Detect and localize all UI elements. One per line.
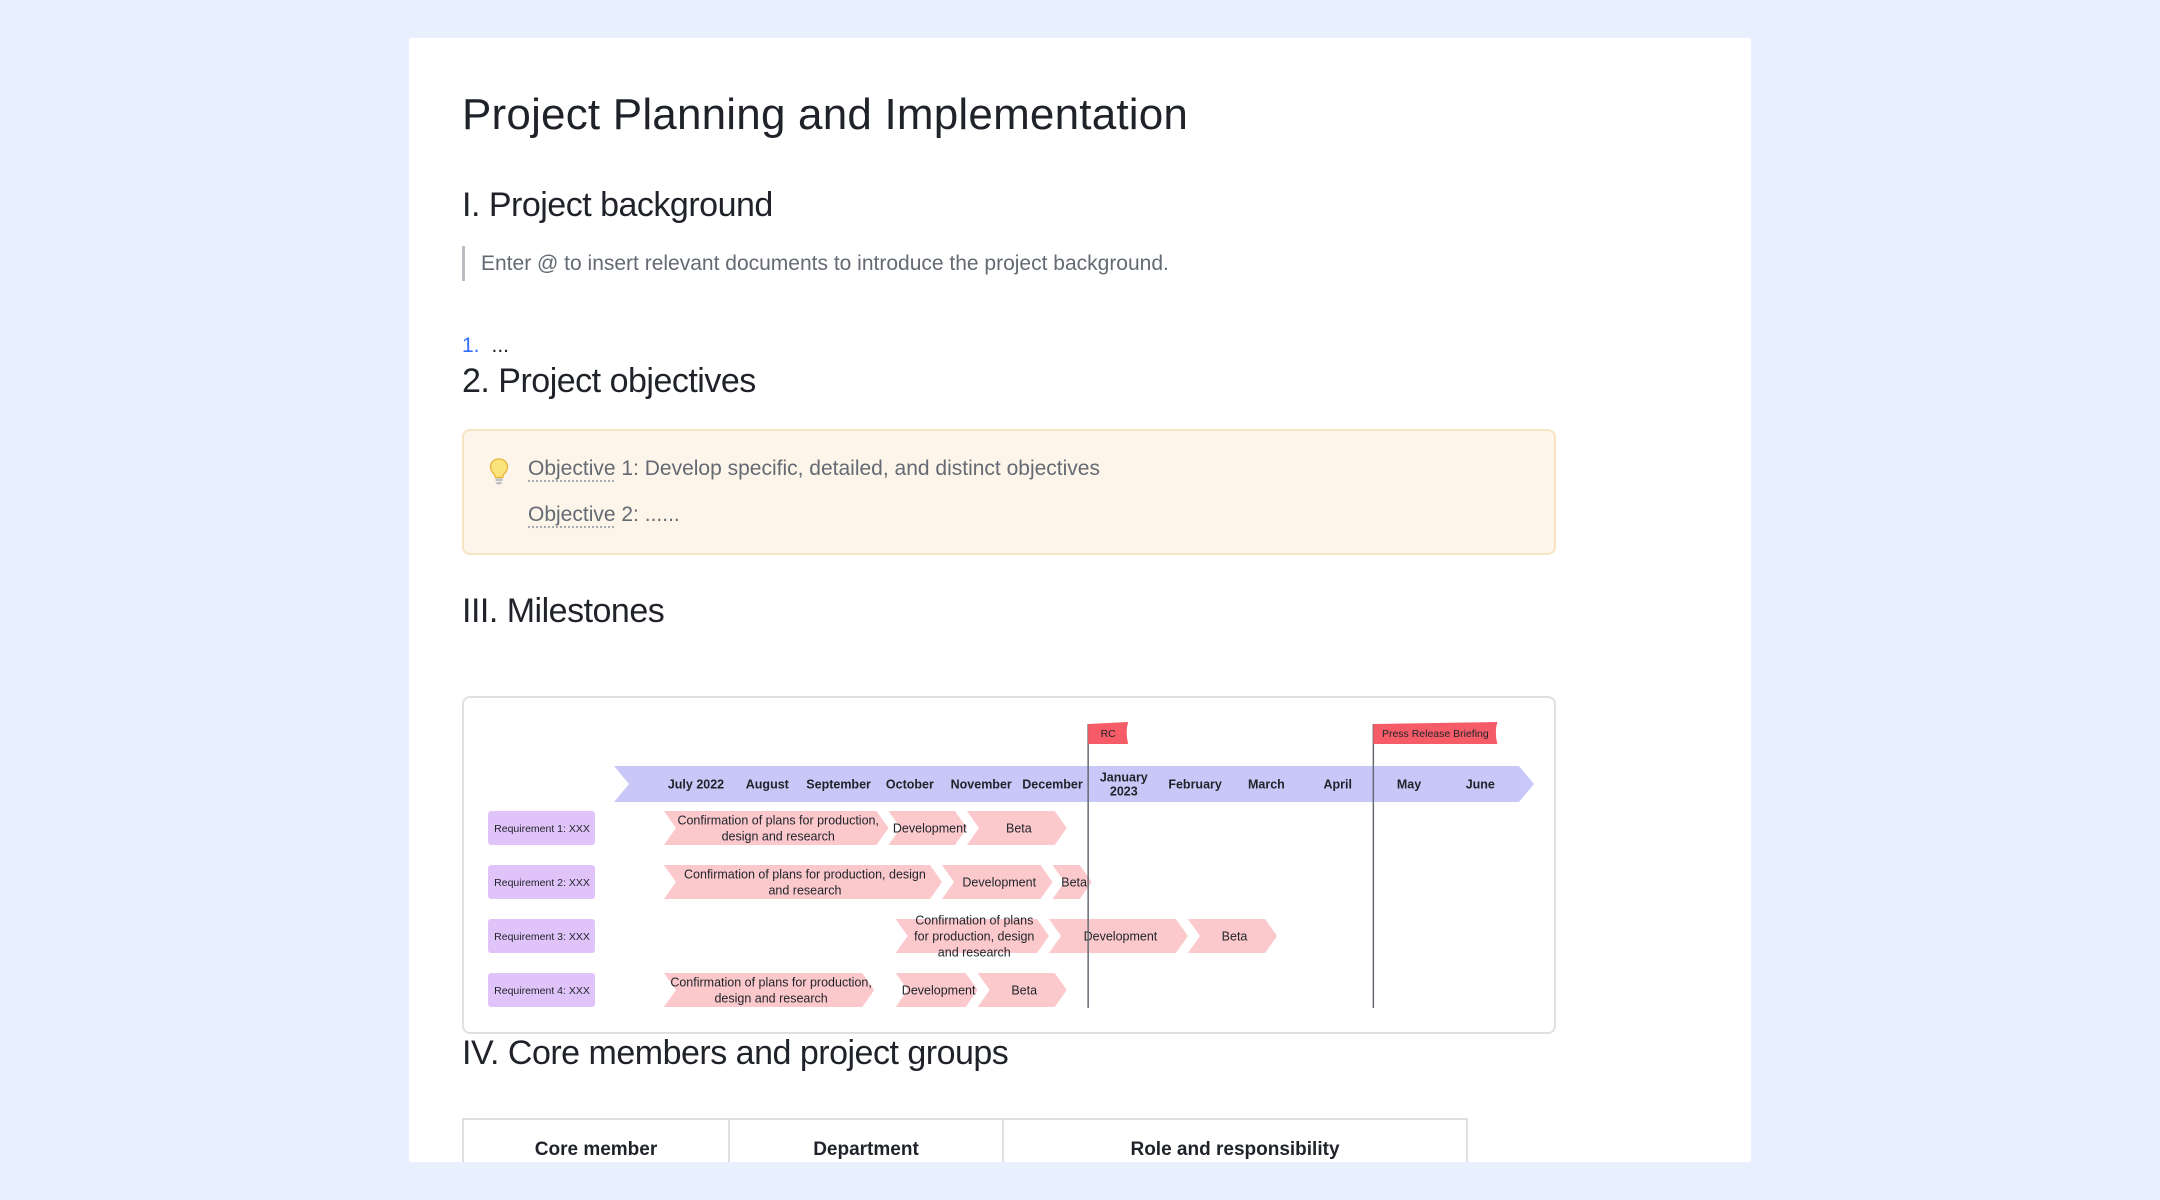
document-page: Project Planning and Implementation I. P…: [409, 38, 1751, 1162]
objectives-callout[interactable]: Objective 1: Develop specific, detailed,…: [462, 429, 1556, 555]
objective-1-word[interactable]: Objective: [528, 457, 616, 480]
header-department[interactable]: Department: [728, 1118, 1004, 1162]
axis-month-label: November: [951, 777, 1012, 791]
axis-month-label: April: [1323, 777, 1351, 791]
timeline-chart: July 2022 August September October November D…: [488, 722, 1534, 1008]
quote-block[interactable]: Enter @ to insert relevant documents to …: [462, 246, 1169, 281]
phase-label: Development: [893, 821, 967, 835]
milestone-timeline[interactable]: July 2022 August September October November D…: [462, 696, 1556, 1034]
axis-month-label: September: [806, 777, 871, 791]
lightbulb-icon[interactable]: [488, 457, 510, 487]
milestone-flag-label: Press Release Briefing: [1382, 728, 1489, 740]
core-members-table[interactable]: Core member Department Role and responsi…: [462, 1118, 1468, 1162]
requirement-label: Requirement 3: XXX: [494, 931, 590, 943]
axis-month-label: February: [1168, 777, 1222, 791]
ordered-list-item[interactable]: 1....: [462, 330, 509, 362]
phase-label: Development: [902, 983, 976, 997]
page-title[interactable]: Project Planning and Implementation: [462, 90, 1188, 140]
requirement-label: Requirement 2: XXX: [494, 877, 590, 889]
axis-month-label: August: [746, 777, 790, 791]
phase-label: Development: [1084, 929, 1158, 943]
heading-project-background[interactable]: I. Project background: [462, 186, 773, 225]
table-header-row: Core member Department Role and responsi…: [462, 1118, 1468, 1162]
objective-2-word[interactable]: Objective: [528, 503, 616, 526]
phase-label: Beta: [1011, 983, 1037, 997]
axis-month-label: July 2022: [668, 777, 724, 791]
axis-month-label: October: [886, 777, 934, 791]
heading-project-objectives[interactable]: 2. Project objectives: [462, 362, 756, 401]
list-number: 1.: [462, 334, 480, 357]
requirement-label: Requirement 1: XXX: [494, 823, 590, 835]
objective-2-text: 2: ......: [615, 503, 680, 526]
phase-label: Beta: [1222, 929, 1248, 943]
objective-line-1[interactable]: Objective 1: Develop specific, detailed,…: [528, 457, 1100, 481]
milestone-flag-label: RC: [1101, 728, 1117, 740]
phase-label: Development: [962, 875, 1036, 889]
heading-core-members[interactable]: IV. Core members and project groups: [462, 1034, 1009, 1073]
header-core-member[interactable]: Core member: [462, 1118, 730, 1162]
phase-label: Beta: [1061, 875, 1087, 889]
objective-line-2[interactable]: Objective 2: ......: [528, 503, 680, 527]
list-item-text: ...: [491, 334, 510, 357]
objective-1-text: 1: Develop specific, detailed, and disti…: [615, 457, 1100, 480]
phase-label: Beta: [1006, 821, 1032, 835]
header-role-responsibility[interactable]: Role and responsibility: [1002, 1118, 1468, 1162]
axis-month-label: June: [1466, 777, 1495, 791]
axis-month-label: March: [1248, 777, 1285, 791]
heading-milestones[interactable]: III. Milestones: [462, 592, 665, 631]
requirement-label: Requirement 4: XXX: [494, 985, 590, 997]
axis-month-label: December: [1022, 777, 1083, 791]
axis-month-label: May: [1397, 777, 1421, 791]
